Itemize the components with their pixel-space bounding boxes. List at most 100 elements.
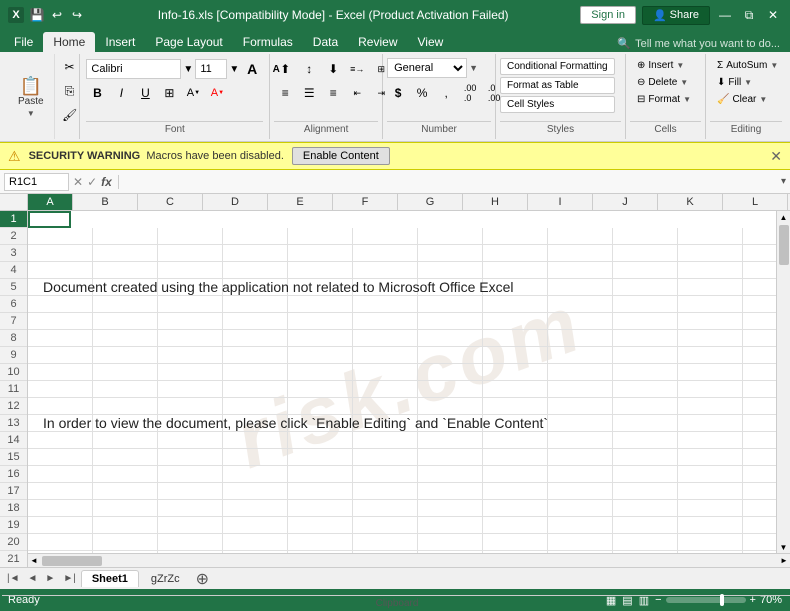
zoom-slider-thumb[interactable] [720,594,724,606]
fill-button[interactable]: ⬇ Fill ▼ [710,75,785,90]
format-cells-button[interactable]: ⊟ Format ▼ [630,92,698,107]
share-button[interactable]: 👤 Share [642,6,710,25]
row-21-header[interactable]: 21 [0,551,27,567]
insert-function-icon[interactable]: fx [101,175,119,189]
delete-arrow[interactable]: ▼ [680,78,688,87]
fill-arrow[interactable]: ▼ [744,78,752,87]
vertical-scrollbar[interactable]: ▲ ▼ [776,211,790,553]
undo-button[interactable]: ↩ [48,6,66,24]
italic-button[interactable]: I [110,82,132,104]
font-name-arrow[interactable]: ▼ [183,64,193,75]
format-arrow[interactable]: ▼ [683,95,691,104]
tab-review[interactable]: Review [348,32,407,52]
clear-button[interactable]: 🧹 Clear ▼ [710,92,785,107]
row-20-header[interactable]: 20 [0,534,27,551]
font-name-dropdown[interactable]: Calibri [86,59,181,79]
save-button[interactable]: 💾 [28,6,46,24]
tab-formulas[interactable]: Formulas [233,32,303,52]
formula-cancel-icon[interactable]: ✕ [73,175,83,189]
tab-view[interactable]: View [408,32,454,52]
fill-color-button[interactable]: A▼ [182,82,204,104]
minimize-button[interactable]: — [716,6,734,24]
row-2-header[interactable]: 2 [0,228,27,245]
col-header-b[interactable]: B [73,194,138,210]
next-sheet-button[interactable]: ► [42,572,58,585]
row-19-header[interactable]: 19 [0,517,27,534]
insert-cells-button[interactable]: ⊕ Insert ▼ [630,58,698,73]
align-middle-button[interactable]: ↕ [298,58,320,80]
grid-cells[interactable]: Document created using the application n… [28,211,776,553]
align-left-button[interactable]: ≡ [274,82,296,104]
delete-cells-button[interactable]: ⊖ Delete ▼ [630,75,698,90]
align-center-button[interactable]: ☰ [298,82,320,104]
sheet-tab-sheet1[interactable]: Sheet1 [81,570,139,587]
tell-me-input[interactable]: Tell me what you want to do... [635,38,780,50]
clear-arrow[interactable]: ▼ [759,95,767,104]
selected-cell-a1[interactable] [28,211,71,228]
font-size-input[interactable]: 11 [195,59,227,79]
enable-content-button[interactable]: Enable Content [292,147,390,165]
tab-home[interactable]: Home [43,32,95,52]
font-grow-button[interactable]: A [241,58,263,80]
col-header-g[interactable]: G [398,194,463,210]
row-11-header[interactable]: 11 [0,381,27,398]
align-right-button[interactable]: ≡ [322,82,344,104]
paste-dropdown-arrow[interactable]: ▼ [27,109,35,118]
number-format-dropdown[interactable]: General [387,58,467,78]
row-4-header[interactable]: 4 [0,262,27,279]
close-button[interactable]: ✕ [764,6,782,24]
row-18-header[interactable]: 18 [0,500,27,517]
underline-button[interactable]: U [134,82,156,104]
align-bottom-button[interactable]: ⬇ [322,58,344,80]
formula-expand-icon[interactable]: ▾ [781,176,786,187]
redo-button[interactable]: ↪ [68,6,86,24]
col-header-k[interactable]: K [658,194,723,210]
formula-confirm-icon[interactable]: ✓ [87,175,97,189]
bold-button[interactable]: B [86,82,108,104]
scroll-thumb-h[interactable] [42,556,102,566]
horizontal-scrollbar[interactable]: ◄ ► [28,553,790,567]
row-13-header[interactable]: 13 [0,415,27,432]
tab-data[interactable]: Data [303,32,348,52]
row-14-header[interactable]: 14 [0,432,27,449]
font-size-arrow[interactable]: ▼ [229,64,239,75]
cell-styles-button[interactable]: Cell Styles [500,96,615,113]
tab-insert[interactable]: Insert [95,32,145,52]
scroll-up-button[interactable]: ▲ [777,211,790,223]
row-16-header[interactable]: 16 [0,466,27,483]
col-header-j[interactable]: J [593,194,658,210]
prev-sheet-button[interactable]: ◄ [25,572,41,585]
border-button[interactable]: ⊞ [158,82,180,104]
col-header-d[interactable]: D [203,194,268,210]
col-header-l[interactable]: L [723,194,788,210]
row-8-header[interactable]: 8 [0,330,27,347]
cut-button[interactable]: ✂ [59,56,81,78]
tab-page-layout[interactable]: Page Layout [145,32,232,52]
decrease-indent-button[interactable]: ⇤ [346,82,368,104]
row-5-header[interactable]: 5 [0,279,27,296]
col-header-i[interactable]: I [528,194,593,210]
row-10-header[interactable]: 10 [0,364,27,381]
row-9-header[interactable]: 9 [0,347,27,364]
format-painter-button[interactable]: 🖌 [59,104,81,126]
row-15-header[interactable]: 15 [0,449,27,466]
formula-input[interactable] [123,176,777,188]
autosum-button[interactable]: Σ AutoSum ▼ [710,58,785,73]
format-as-table-button[interactable]: Format as Table [500,77,615,94]
last-sheet-button[interactable]: ►| [60,572,79,585]
conditional-formatting-button[interactable]: Conditional Formatting [500,58,615,75]
number-format-arrow[interactable]: ▼ [469,63,478,73]
col-header-c[interactable]: C [138,194,203,210]
percent-button[interactable]: % [411,82,433,104]
col-header-a[interactable]: A [28,194,73,210]
scroll-thumb-v[interactable] [779,225,789,265]
first-sheet-button[interactable]: |◄ [4,572,23,585]
col-header-f[interactable]: F [333,194,398,210]
tab-file[interactable]: File [4,32,43,52]
security-close-button[interactable]: ✕ [770,148,782,165]
scroll-right-button[interactable]: ► [778,556,790,565]
insert-arrow[interactable]: ▼ [676,61,684,70]
col-header-e[interactable]: E [268,194,333,210]
align-top-button[interactable]: ⬆ [274,58,296,80]
autosum-arrow[interactable]: ▼ [770,61,778,70]
